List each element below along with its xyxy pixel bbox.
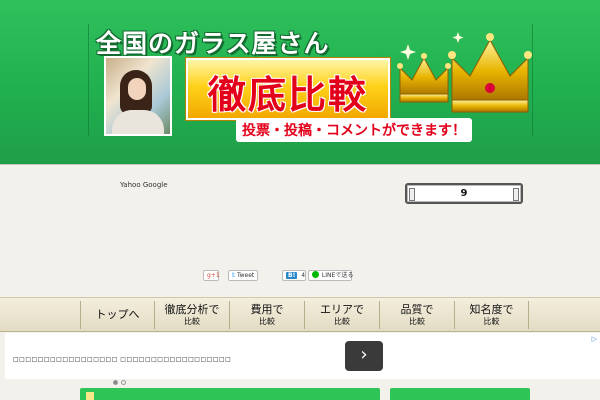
banner-headline: 徹底比較 bbox=[207, 73, 368, 117]
carousel-dot[interactable] bbox=[113, 380, 118, 385]
content-box bbox=[80, 388, 380, 400]
banner-title: 全国のガラス屋さん bbox=[96, 29, 330, 58]
ad-text: □□□□□□□□□□□□□□□□□ □□□□□□□□□□□□□□□□□□ bbox=[13, 356, 232, 363]
nav-item-fame[interactable]: 知名度で 比較 bbox=[454, 301, 529, 329]
hatena-bookmark-button[interactable]: B! 4 bbox=[282, 270, 306, 281]
hatena-icon: B! bbox=[286, 272, 298, 279]
nav-item-cost[interactable]: 費用で 比較 bbox=[229, 301, 304, 329]
header-banner[interactable]: 全国のガラス屋さん 徹底比較 投票・投稿・コメントができます！ bbox=[86, 20, 536, 142]
counter-value: 9 bbox=[460, 188, 468, 199]
nav-item-area[interactable]: エリアで 比較 bbox=[304, 301, 379, 329]
search-engine-links[interactable]: Yahoo Google bbox=[120, 181, 168, 189]
carousel-dots bbox=[113, 370, 129, 389]
banner-divider bbox=[88, 24, 89, 136]
line-share-button[interactable]: LINEで送る bbox=[308, 270, 354, 281]
gplus-button[interactable]: g+1 bbox=[203, 270, 220, 281]
sidebar-box bbox=[390, 388, 530, 400]
headline-box: 徹底比較 bbox=[186, 58, 390, 120]
crown-icon bbox=[397, 32, 532, 113]
ad-next-button[interactable]: › bbox=[345, 341, 383, 371]
line-icon bbox=[312, 271, 319, 278]
adchoices-icon[interactable]: ▷ bbox=[592, 335, 597, 343]
staff-photo bbox=[104, 56, 172, 136]
ad-banner[interactable]: □□□□□□□□□□□□□□□□□ □□□□□□□□□□□□□□□□□□ › ▷ bbox=[5, 333, 600, 379]
main-nav: トップへ 徹底分析で 比較 費用で 比較 エリアで 比較 品質で 比較 知名度で… bbox=[0, 297, 600, 332]
counter-box: 9 bbox=[405, 183, 523, 204]
carousel-dot[interactable] bbox=[121, 380, 126, 385]
tweet-button[interactable]: 𝕥 Tweet bbox=[228, 270, 258, 281]
tweet-label: Tweet bbox=[236, 272, 255, 279]
twitter-icon: 𝕥 bbox=[232, 272, 236, 279]
nav-item-analysis[interactable]: 徹底分析で 比較 bbox=[154, 301, 229, 329]
nav-item-top[interactable]: トップへ bbox=[80, 301, 154, 329]
nav-item-quality[interactable]: 品質で 比較 bbox=[379, 301, 454, 329]
line-label: LINEで送る bbox=[321, 272, 354, 279]
site-header: 全国のガラス屋さん 徹底比較 投票・投稿・コメントができます！ bbox=[0, 0, 600, 165]
box-marker-icon bbox=[86, 392, 94, 400]
hatena-count: 4 bbox=[301, 272, 306, 279]
banner-subtitle: 投票・投稿・コメントができます！ bbox=[236, 118, 472, 142]
